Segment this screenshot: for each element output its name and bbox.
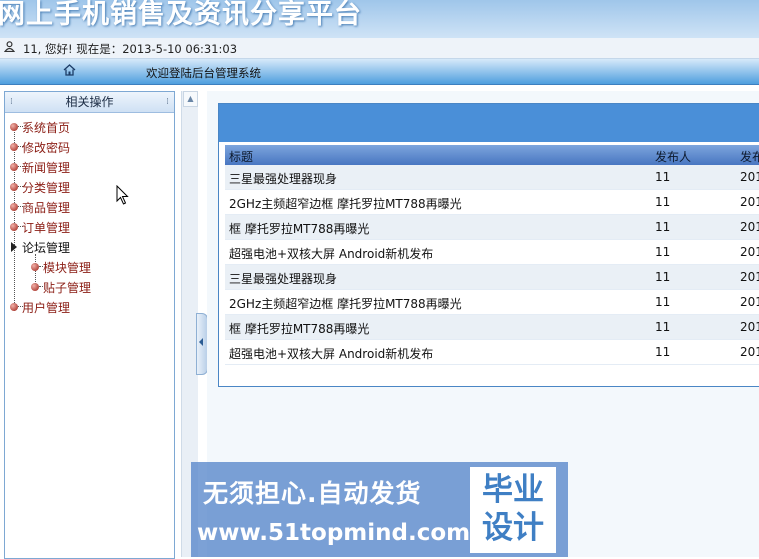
sidebar-item-label: 修改密码 <box>22 141 71 155</box>
welcome-text: 欢迎登陆后台管理系统 <box>146 66 261 80</box>
tree-node-icon <box>10 163 18 171</box>
row-date: 201 <box>740 295 759 309</box>
news-table: 标题 发布人 发布 三星最强处理器现身 11 201 2GHz主频超窄边框 摩托… <box>225 145 759 365</box>
sidebar-item-label: 订单管理 <box>22 221 71 235</box>
table-row[interactable]: 超强电池+双核大屏 Android新机发布 11 201 <box>225 340 759 365</box>
row-title[interactable]: 超强电池+双核大屏 Android新机发布 <box>229 345 649 362</box>
table-row[interactable]: 三星最强处理器现身 11 201 <box>225 165 759 190</box>
row-title[interactable]: 2GHz主频超窄边框 摩托罗拉MT788再曝光 <box>229 195 649 212</box>
sidebar-item-label: 分类管理 <box>22 181 71 195</box>
row-date: 201 <box>740 220 759 234</box>
tree-node-icon <box>10 123 18 131</box>
grip-right-icon: ⁞ <box>166 97 169 107</box>
sidebar-item-posts[interactable]: 贴子管理 <box>5 279 174 299</box>
sidebar-item-modules[interactable]: 模块管理 <box>5 259 174 279</box>
tree-node-icon <box>10 143 18 151</box>
collapse-arrow-icon <box>199 338 203 346</box>
user-icon <box>3 41 16 55</box>
table-row[interactable]: 框 摩托罗拉MT788再曝光 11 201 <box>225 215 759 240</box>
row-author: 11 <box>655 220 671 234</box>
row-author: 11 <box>655 245 671 259</box>
sidebar-item-change-password[interactable]: 修改密码 <box>5 139 174 159</box>
user-status-bar: 11, 您好! 现在是：2013-5-10 06:31:03 <box>0 38 759 59</box>
grip-left-icon: ⁞ <box>10 97 13 107</box>
watermark-logo-box: 毕业 设计 <box>470 467 556 553</box>
sidebar-header: ⁞ 相关操作 ⁞ <box>5 92 174 113</box>
sidebar: ⁞ 相关操作 ⁞ 系统首页 修改密码 新闻管理 分类管理 商品管理 订单管理 论… <box>4 91 175 559</box>
row-title[interactable]: 2GHz主频超窄边框 摩托罗拉MT788再曝光 <box>229 295 649 312</box>
watermark-slogan: 无须担心.自动发货 <box>203 479 422 508</box>
row-title[interactable]: 三星最强处理器现身 <box>229 270 649 287</box>
row-date: 201 <box>740 170 759 184</box>
tree-node-icon <box>10 303 18 311</box>
row-title[interactable]: 框 摩托罗拉MT788再曝光 <box>229 220 649 237</box>
watermark-banner: 无须担心.自动发货 www.51topmind.com 毕业 设计 <box>191 462 568 557</box>
nav-tree: 系统首页 修改密码 新闻管理 分类管理 商品管理 订单管理 论坛管理 模块管理 <box>5 113 174 319</box>
row-title[interactable]: 框 摩托罗拉MT788再曝光 <box>229 320 649 337</box>
row-author: 11 <box>655 320 671 334</box>
user-greeting: 11, 您好! 现在是：2013-5-10 06:31:03 <box>23 42 238 56</box>
tree-node-icon <box>10 223 18 231</box>
watermark-box-line2: 设计 <box>482 510 544 546</box>
tree-node-icon <box>10 183 18 191</box>
column-header-date[interactable]: 发布 <box>740 148 759 165</box>
row-author: 11 <box>655 295 671 309</box>
sidebar-item-label: 贴子管理 <box>43 281 92 295</box>
tree-node-icon <box>31 283 39 291</box>
sidebar-item-label: 系统首页 <box>22 121 71 135</box>
table-row[interactable]: 三星最强处理器现身 11 201 <box>225 265 759 290</box>
tree-node-icon <box>31 263 39 271</box>
sidebar-item-orders[interactable]: 订单管理 <box>5 219 174 239</box>
nav-bar: 欢迎登陆后台管理系统 <box>0 59 759 85</box>
expand-triangle-icon[interactable] <box>11 242 17 252</box>
scroll-up-icon[interactable]: ▲ <box>183 91 198 107</box>
row-title[interactable]: 超强电池+双核大屏 Android新机发布 <box>229 245 649 262</box>
tree-node-icon <box>10 203 18 211</box>
home-icon[interactable] <box>63 64 76 80</box>
mouse-cursor-icon <box>116 185 129 205</box>
news-panel: 标题 发布人 发布 三星最强处理器现身 11 201 2GHz主频超窄边框 摩托… <box>218 103 759 387</box>
sidebar-item-label: 用户管理 <box>22 301 71 315</box>
table-row[interactable]: 框 摩托罗拉MT788再曝光 11 201 <box>225 315 759 340</box>
sidebar-item-users[interactable]: 用户管理 <box>5 299 174 319</box>
row-date: 201 <box>740 245 759 259</box>
watermark-url: www.51topmind.com <box>197 520 471 546</box>
panel-header <box>219 104 759 142</box>
row-author: 11 <box>655 170 671 184</box>
column-header-title[interactable]: 标题 <box>229 148 649 165</box>
watermark-box-line1: 毕业 <box>482 472 544 508</box>
row-date: 201 <box>740 270 759 284</box>
table-row[interactable]: 超强电池+双核大屏 Android新机发布 11 201 <box>225 240 759 265</box>
row-date: 201 <box>740 195 759 209</box>
sidebar-item-label: 商品管理 <box>22 201 71 215</box>
sidebar-item-products[interactable]: 商品管理 <box>5 199 174 219</box>
sidebar-title: 相关操作 <box>65 95 114 109</box>
row-author: 11 <box>655 345 671 359</box>
table-row[interactable]: 2GHz主频超窄边框 摩托罗拉MT788再曝光 11 201 <box>225 290 759 315</box>
column-header-author[interactable]: 发布人 <box>655 148 735 165</box>
sidebar-item-label: 模块管理 <box>43 261 92 275</box>
row-author: 11 <box>655 270 671 284</box>
sidebar-item-label: 论坛管理 <box>22 241 71 255</box>
row-date: 201 <box>740 345 759 359</box>
table-row[interactable]: 2GHz主频超窄边框 摩托罗拉MT788再曝光 11 201 <box>225 190 759 215</box>
row-title[interactable]: 三星最强处理器现身 <box>229 170 649 187</box>
sidebar-item-label: 新闻管理 <box>22 161 71 175</box>
app-title: 网上手机销售及资讯分享平台 <box>0 0 362 30</box>
row-author: 11 <box>655 195 671 209</box>
sidebar-item-news[interactable]: 新闻管理 <box>5 159 174 179</box>
sidebar-item-home[interactable]: 系统首页 <box>5 119 174 139</box>
sidebar-item-forum[interactable]: 论坛管理 <box>5 239 174 259</box>
sidebar-item-categories[interactable]: 分类管理 <box>5 179 174 199</box>
table-header-row: 标题 发布人 发布 <box>225 145 759 165</box>
app-header: 网上手机销售及资讯分享平台 <box>0 0 759 38</box>
row-date: 201 <box>740 320 759 334</box>
